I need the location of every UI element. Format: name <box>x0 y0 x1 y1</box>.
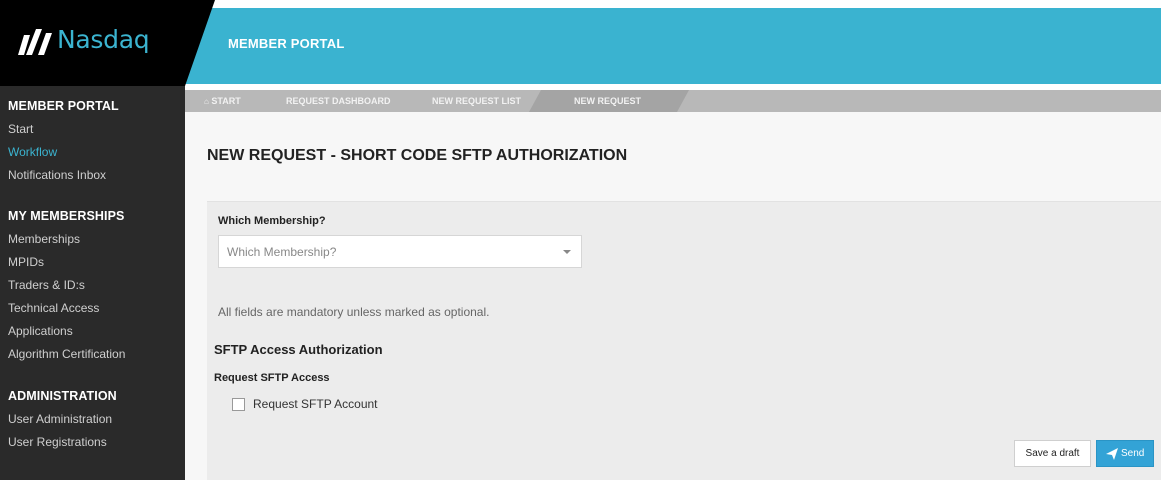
request-sftp-account-label[interactable]: Request SFTP Account <box>253 397 378 411</box>
sidebar-item-user-administration[interactable]: User Administration <box>8 408 117 431</box>
sidebar-item-traders-ids[interactable]: Traders & ID:s <box>8 274 125 297</box>
nav-heading-administration: ADMINISTRATION <box>8 389 117 403</box>
membership-select-placeholder: Which Membership? <box>227 245 337 259</box>
save-draft-button[interactable]: Save a draft <box>1014 440 1091 467</box>
sidebar: Nasdaq MEMBER PORTAL Start Workflow Noti… <box>0 0 185 480</box>
sidebar-item-workflow[interactable]: Workflow <box>8 141 119 164</box>
send-icon <box>1106 448 1118 460</box>
sidebar-item-notifications-inbox[interactable]: Notifications Inbox <box>8 164 119 187</box>
mandatory-note: All fields are mandatory unless marked a… <box>218 305 490 319</box>
nasdaq-logo-icon <box>18 29 52 55</box>
sidebar-item-applications[interactable]: Applications <box>8 320 125 343</box>
header-title: MEMBER PORTAL <box>228 36 345 51</box>
sidebar-item-algorithm-certification[interactable]: Algorithm Certification <box>8 343 125 366</box>
sidebar-item-start[interactable]: Start <box>8 118 119 141</box>
breadcrumb-new-request[interactable]: NEW REQUEST <box>574 90 641 112</box>
sidebar-item-mpids[interactable]: MPIDs <box>8 251 125 274</box>
sidebar-item-user-registrations[interactable]: User Registrations <box>8 431 117 454</box>
request-sftp-account-checkbox[interactable] <box>232 398 245 411</box>
membership-label: Which Membership? <box>218 215 326 227</box>
breadcrumb-start[interactable]: ⌂ START <box>204 90 241 112</box>
breadcrumb-request-dashboard[interactable]: REQUEST DASHBOARD <box>286 90 391 112</box>
nav-heading-member-portal: MEMBER PORTAL <box>8 99 119 113</box>
send-button-label: Send <box>1121 448 1145 459</box>
sidebar-item-technical-access[interactable]: Technical Access <box>8 297 125 320</box>
logo-text: Nasdaq <box>57 25 150 54</box>
logo[interactable]: Nasdaq <box>0 0 185 86</box>
nav-section-member-portal: MEMBER PORTAL Start Workflow Notificatio… <box>0 96 119 187</box>
header-top-strip <box>185 0 1161 8</box>
sub-title: Request SFTP Access <box>214 372 330 384</box>
nav-section-my-memberships: MY MEMBERSHIPS Memberships MPIDs Traders… <box>0 206 125 366</box>
page-title: NEW REQUEST - SHORT CODE SFTP AUTHORIZAT… <box>207 147 628 164</box>
nav-section-administration: ADMINISTRATION User Administration User … <box>0 386 117 454</box>
chevron-down-icon <box>563 250 571 254</box>
sidebar-item-memberships[interactable]: Memberships <box>8 228 125 251</box>
section-title: SFTP Access Authorization <box>214 342 383 357</box>
send-button[interactable]: Send <box>1096 440 1154 467</box>
membership-select[interactable]: Which Membership? <box>218 235 582 268</box>
nav-heading-my-memberships: MY MEMBERSHIPS <box>8 209 125 223</box>
breadcrumb-new-request-list[interactable]: NEW REQUEST LIST <box>432 90 521 112</box>
home-icon: ⌂ <box>204 97 209 106</box>
